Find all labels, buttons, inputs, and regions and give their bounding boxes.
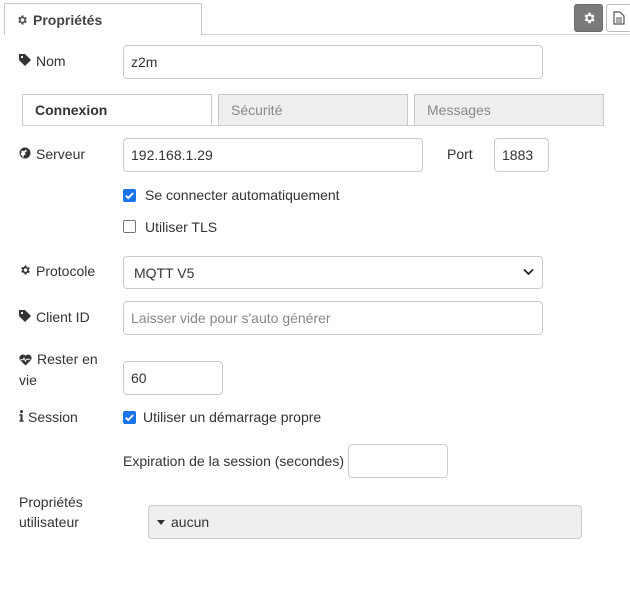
server-input[interactable] [123,138,423,172]
gear-icon [16,14,28,26]
keepalive-input[interactable] [123,361,223,395]
user-props-button[interactable]: aucun [148,505,582,539]
session-expiry-input[interactable] [348,444,448,478]
name-label: Nom [19,53,66,69]
protocol-select[interactable]: MQTT V5 [123,256,543,289]
use-tls-label: Utiliser TLS [145,219,218,235]
session-expiry-label: Expiration de la session (secondes) [123,453,345,469]
name-input[interactable] [123,45,543,79]
port-label: Port [447,146,473,162]
tab-connexion[interactable]: Connexion [22,94,212,125]
caret-down-icon [157,519,165,525]
user-props-label: Propriétés utilisateur [19,494,83,530]
session-label: Session [19,409,78,425]
client-id-label: Client ID [19,309,90,325]
server-label: Serveur [19,146,85,162]
heartbeat-icon [19,354,32,366]
tabs-divider [22,125,604,126]
auto-connect-label: Se connecter automatiquement [145,187,340,203]
tab-messages[interactable]: Messages [414,94,604,125]
protocol-label: Protocole [19,263,95,279]
tab-securite[interactable]: Sécurité [218,94,408,125]
settings-button[interactable] [574,4,603,32]
header-divider [202,34,630,35]
auto-connect-checkbox[interactable] [123,189,136,202]
tag-icon [19,54,31,66]
tag-icon [19,310,31,322]
description-button[interactable] [606,4,630,32]
use-tls-checkbox[interactable] [123,220,136,233]
tab-properties[interactable]: Propriétés [4,3,202,35]
client-id-input[interactable] [123,301,543,335]
clean-start-label: Utiliser un démarrage propre [143,409,322,425]
port-input[interactable] [494,138,549,172]
globe-icon [19,147,31,159]
keepalive-label: Rester en vie [19,351,98,388]
gear-icon [582,11,596,25]
tab-properties-label: Propriétés [33,11,103,28]
document-icon [613,11,625,25]
clean-start-checkbox[interactable] [123,411,136,424]
info-icon [19,410,24,422]
chevron-down-icon [523,268,534,276]
gear-icon [19,264,31,276]
